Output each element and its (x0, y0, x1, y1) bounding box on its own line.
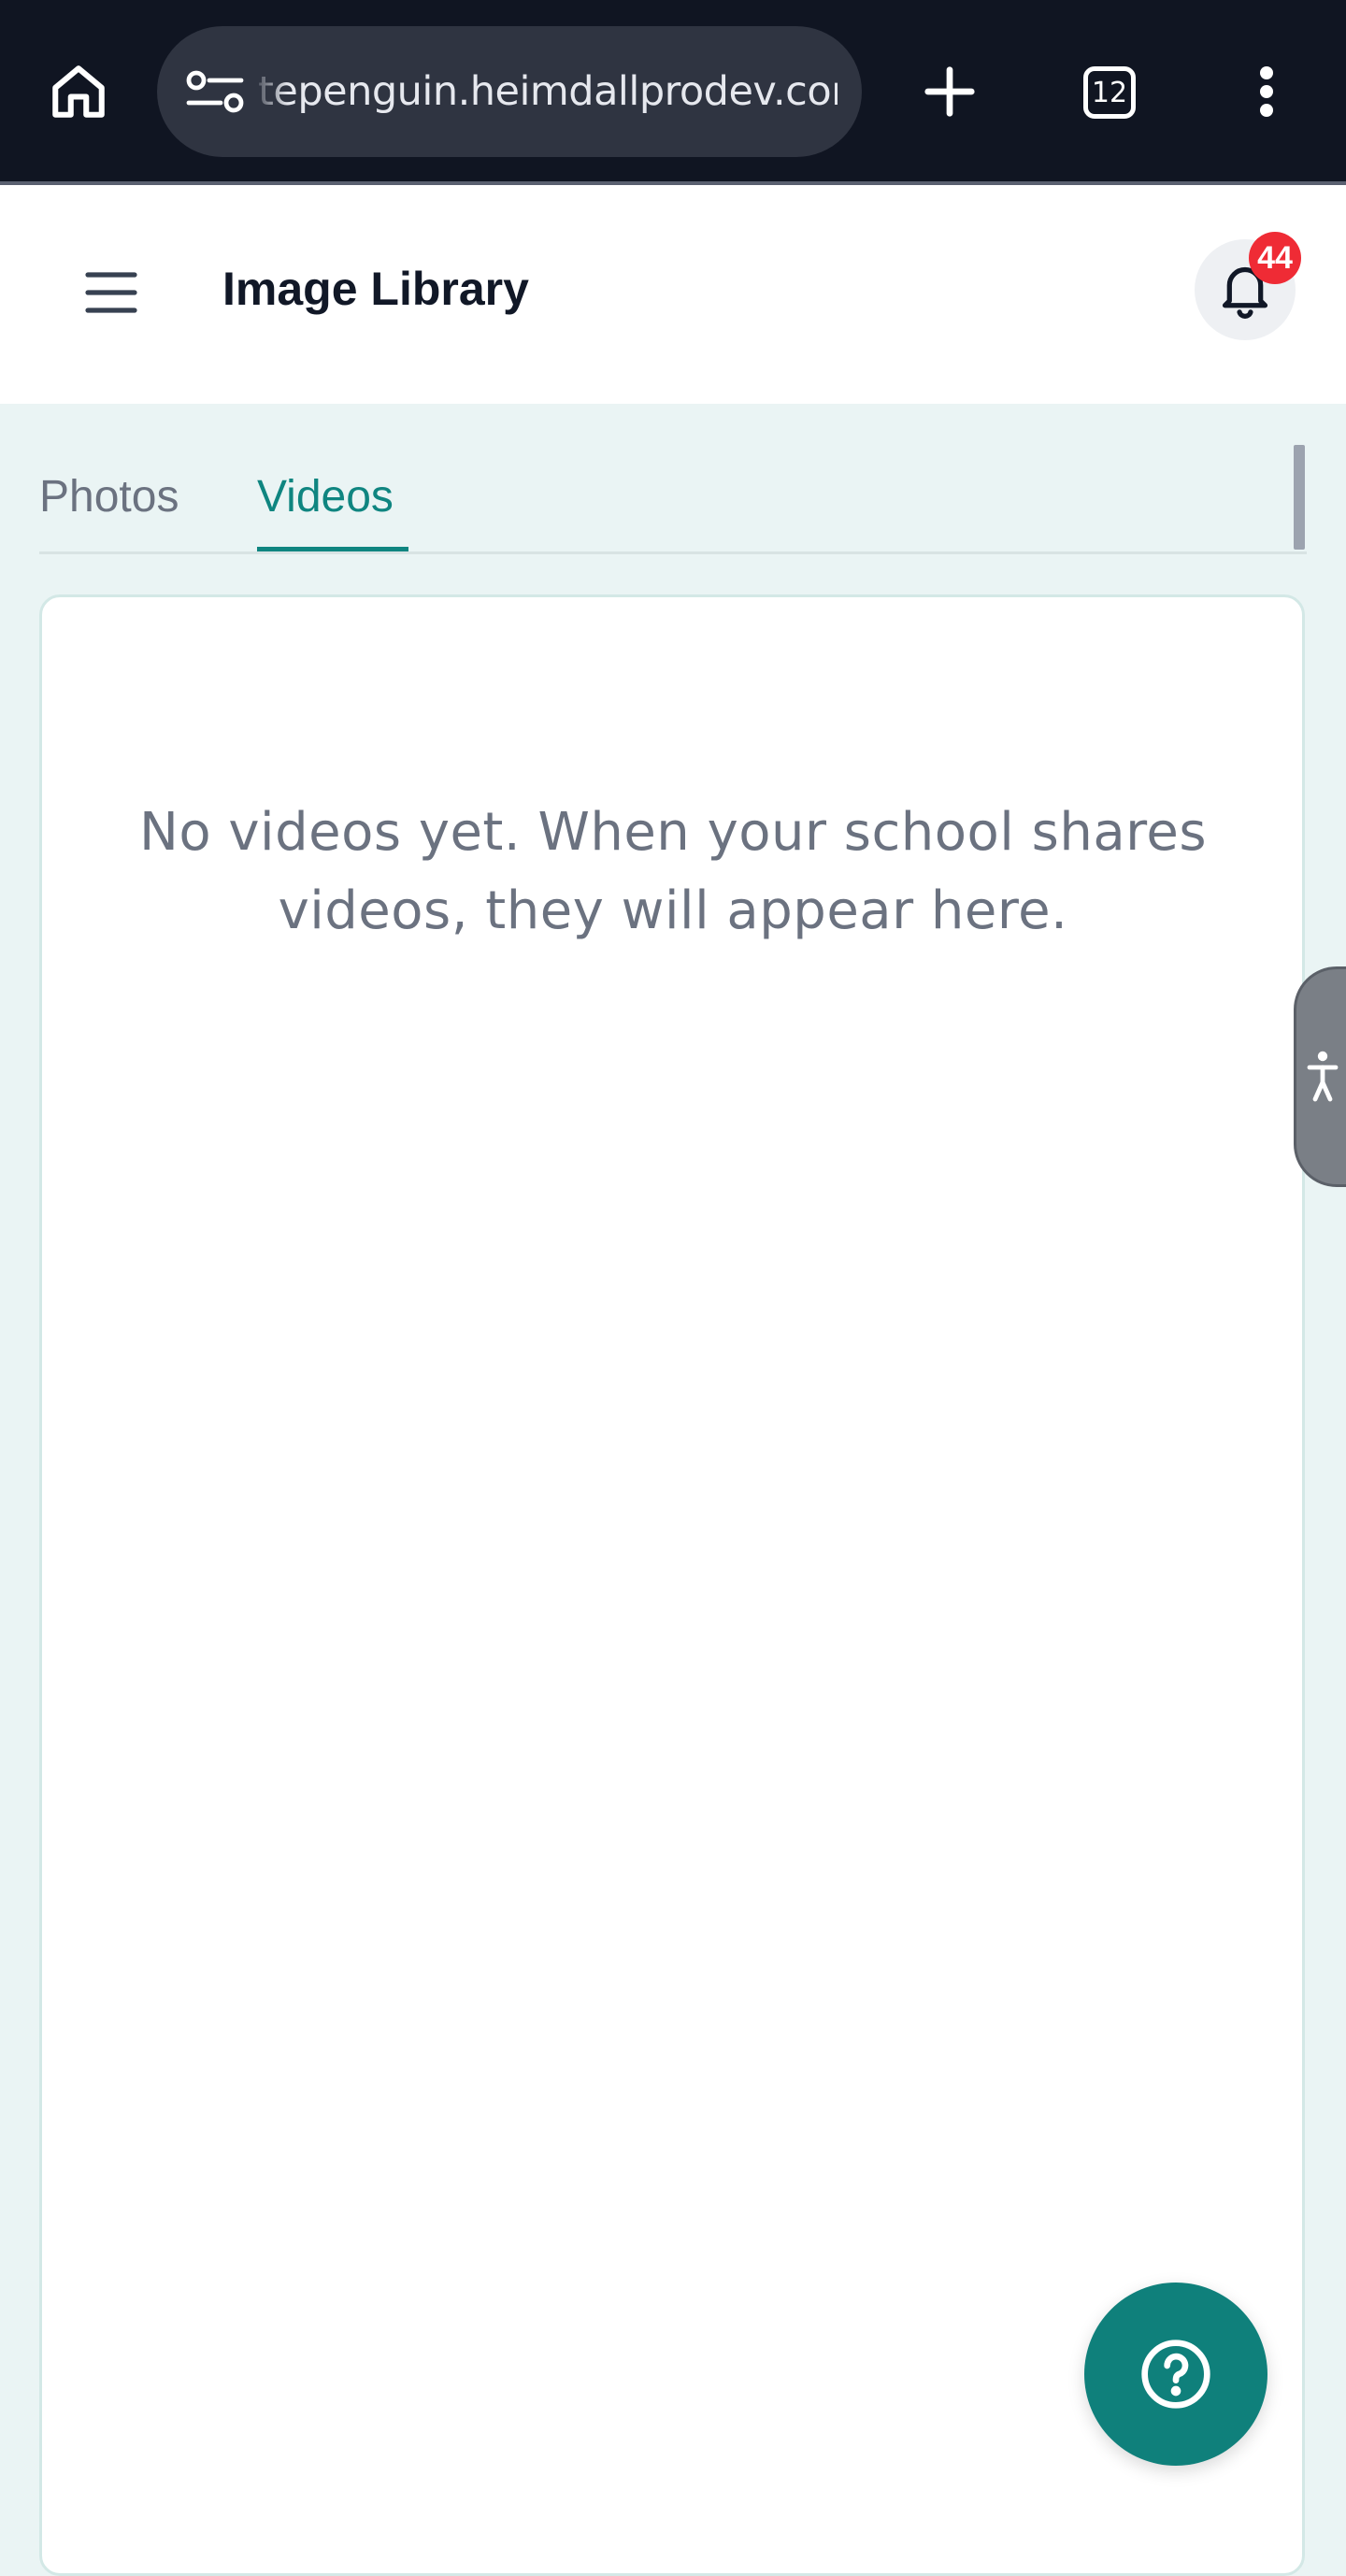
url-fade (251, 26, 288, 157)
tab-videos[interactable]: Videos (257, 451, 394, 546)
browser-toolbar: tepenguin.heimdallprodev.com 12 (0, 0, 1346, 185)
address-bar[interactable]: tepenguin.heimdallprodev.com (157, 26, 862, 157)
app-header: Image Library 44 (0, 185, 1346, 404)
hamburger-icon[interactable] (84, 269, 138, 316)
tabs-divider (39, 551, 1307, 554)
site-settings-icon[interactable] (181, 64, 256, 120)
scrollbar[interactable] (1294, 445, 1305, 550)
videos-panel: No videos yet. When your school shares v… (39, 594, 1305, 2576)
page-title: Image Library (222, 263, 529, 315)
media-tabs: Photos Videos (39, 404, 1307, 554)
accessibility-icon (1307, 1051, 1339, 1102)
more-vert-icon[interactable] (1243, 56, 1290, 127)
url-text[interactable]: tepenguin.heimdallprodev.com (258, 26, 838, 157)
plus-icon[interactable] (912, 54, 987, 129)
notification-badge: 44 (1249, 232, 1301, 284)
tab-photos[interactable]: Photos (39, 451, 179, 546)
help-button[interactable] (1084, 2283, 1267, 2466)
home-icon[interactable] (43, 56, 114, 127)
accessibility-button[interactable] (1294, 966, 1346, 1187)
tab-count: 12 (1083, 66, 1136, 119)
help-icon (1141, 2340, 1210, 2409)
tab-switcher-icon[interactable]: 12 (1077, 60, 1142, 125)
empty-state-message: No videos yet. When your school shares v… (138, 802, 1208, 941)
